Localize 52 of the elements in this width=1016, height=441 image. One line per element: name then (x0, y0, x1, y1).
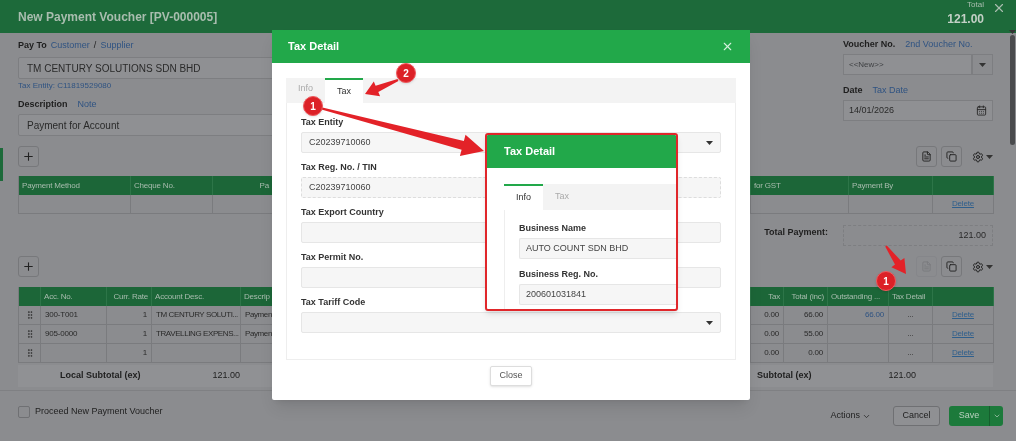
table-cell: 1 (107, 344, 152, 363)
column-header: Outstanding ... (828, 287, 889, 306)
field-label: Business Reg. No. (519, 268, 600, 282)
total-label: Total (967, 0, 984, 9)
dialog-title: Tax Detail (504, 144, 556, 160)
window-title: New Payment Voucher [PV-000005] (18, 8, 218, 26)
column-header: for GST (751, 176, 849, 195)
subtotal-value: 121.00 (888, 369, 917, 383)
pay-to-label: Pay To (18, 39, 47, 53)
total-amount: 121.00 (947, 12, 984, 26)
table-cell: 66.00 (784, 306, 828, 325)
column-header: Tax Detail (889, 287, 933, 306)
field-label: Tax Reg. No. / TIN (301, 161, 378, 175)
column-header: Cheque No. (131, 176, 213, 195)
subtotal-label: Subtotal (ex) (757, 369, 812, 383)
table-cell: 1 (107, 325, 152, 344)
description-label: Description (18, 98, 68, 112)
local-subtotal-value: 121.00 (212, 369, 241, 383)
table-cell: 55.00 (784, 325, 828, 344)
table-cell: 0.00 (751, 306, 784, 325)
column-header: Payment By (849, 176, 933, 195)
table-cell: 905-0000 (41, 325, 107, 344)
table-cell: TM CENTURY SOLUTI... (152, 306, 241, 325)
field-label: Tax Permit No. (301, 251, 365, 265)
column-header: Payment Method (19, 176, 131, 195)
column-header: Account Desc. (152, 287, 241, 306)
local-subtotal-label: Local Subtotal (ex) (60, 369, 141, 383)
step-badge: 1 (876, 271, 896, 291)
column-header: Pa (213, 176, 273, 195)
table-cell: 0.00 (784, 344, 828, 363)
table-cell: TRAVELLING EXPENS... (152, 325, 241, 344)
total-payment-label: Total Payment: (764, 226, 828, 239)
column-header: Acc. No. (41, 287, 107, 306)
dialog-title: Tax Detail (288, 39, 340, 55)
column-header: Descrip (241, 287, 273, 306)
total-payment-field: 121.00 (843, 225, 993, 246)
voucher-no-label: Voucher No. (843, 38, 896, 52)
field-label: Tax Tariff Code (301, 296, 367, 310)
table-cell: 300-T001 (41, 306, 107, 325)
table-cell: 0.00 (751, 325, 784, 344)
field-label: Business Name (519, 222, 588, 236)
table-cell: 66.00 (828, 306, 889, 325)
date-label: Date (843, 84, 863, 98)
separator: / (93, 39, 97, 53)
field-label: Tax Export Country (301, 206, 385, 220)
column-header: Tax (751, 287, 784, 306)
column-header: Curr. Rate (107, 287, 152, 306)
field-label: Tax Entity (301, 116, 345, 130)
column-header: Total (inc) (784, 287, 828, 306)
checkbox-label: Proceed New Payment Voucher (35, 405, 163, 419)
table-cell: 1 (107, 306, 152, 325)
table-cell: 0.00 (751, 344, 784, 363)
